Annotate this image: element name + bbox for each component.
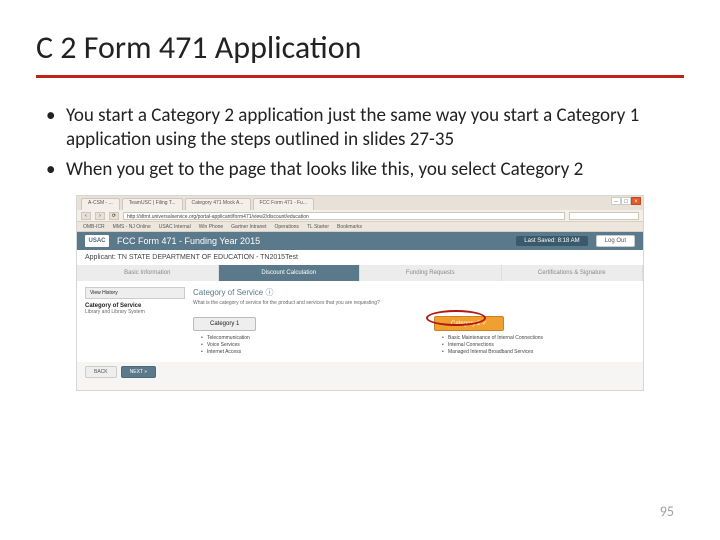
form-title: FCC Form 471 - Funding Year 2015 <box>117 236 508 246</box>
browser-tab[interactable]: FCC Form 471 - Fu... <box>253 198 315 210</box>
url-field[interactable]: http://sltrnt.universalservice.org/porta… <box>123 212 565 220</box>
title-underline <box>36 75 684 78</box>
slide: C 2 Form 471 Application You start a Cat… <box>0 0 720 540</box>
maximize-icon[interactable]: □ <box>621 197 631 205</box>
category-row: Category 1 Telecommunication Voice Servi… <box>193 312 635 356</box>
browser-tab-strip: A-CSM - ... TeamUSC | Filing T... Catego… <box>77 196 643 210</box>
category-2-column: Category 2 ✓ Basic Maintenance of Intern… <box>434 312 635 356</box>
browser-tab[interactable]: A-CSM - ... <box>81 198 120 210</box>
applicant-label: Applicant: TN STATE DEPARTMENT OF EDUCAT… <box>77 250 643 265</box>
page-header: USAC FCC Form 471 - Funding Year 2015 La… <box>77 232 643 250</box>
logout-button[interactable]: Log Out <box>596 235 635 247</box>
category-2-list: Basic Maintenance of Internal Connection… <box>434 335 635 356</box>
sidebar-subheading: Library and Library System <box>85 309 185 315</box>
bookmark-bar: OMB-ICR MMS - NJ Online USAC Internal Wi… <box>77 222 643 232</box>
list-item: Voice Services <box>201 342 394 349</box>
forward-icon[interactable]: › <box>95 212 105 220</box>
panel-subtext: What is the category of service for the … <box>193 300 635 306</box>
wizard-step[interactable]: Funding Requests <box>360 265 502 281</box>
bookmark-item[interactable]: Win Phone <box>199 224 223 230</box>
embedded-screenshot: A-CSM - ... TeamUSC | Filing T... Catego… <box>76 195 644 391</box>
reload-icon[interactable]: ⟳ <box>109 212 119 220</box>
back-icon[interactable]: ‹ <box>81 212 91 220</box>
search-field[interactable] <box>569 212 639 220</box>
list-item: Internet Access <box>201 349 394 356</box>
list-item: Internal Connections <box>442 342 635 349</box>
list-item: Basic Maintenance of Internal Connection… <box>442 335 635 342</box>
minimize-icon[interactable]: – <box>611 197 621 205</box>
list-item: Telecommunication <box>201 335 394 342</box>
browser-tab[interactable]: TeamUSC | Filing T... <box>122 198 183 210</box>
close-icon[interactable]: × <box>631 197 641 205</box>
footer-buttons: BACK NEXT » <box>77 362 643 382</box>
main-panel: Category of Service ⓘ What is the catego… <box>193 287 635 356</box>
view-history-button[interactable]: View History <box>85 287 185 299</box>
window-controls: – □ × <box>611 197 641 205</box>
page-number: 95 <box>660 503 674 520</box>
wizard-step-active[interactable]: Discount Calculation <box>219 265 361 281</box>
sidebar: View History Category of Service Library… <box>85 287 185 356</box>
bookmark-item[interactable]: TL Starter <box>307 224 329 230</box>
bookmark-item[interactable]: OMB-ICR <box>83 224 105 230</box>
bookmark-item[interactable]: Operations <box>274 224 298 230</box>
browser-tab[interactable]: Category 471 Mock A... <box>185 198 251 210</box>
content-area: View History Category of Service Library… <box>77 281 643 362</box>
last-saved-badge: Last Saved: 8:18 AM <box>516 236 587 246</box>
panel-title: Category of Service ⓘ <box>193 287 635 298</box>
bookmark-item[interactable]: Gartner Intranet <box>231 224 266 230</box>
bookmark-item[interactable]: USAC Internal <box>159 224 191 230</box>
address-bar: ‹ › ⟳ http://sltrnt.universalservice.org… <box>77 210 643 222</box>
category-1-column: Category 1 Telecommunication Voice Servi… <box>193 312 394 356</box>
next-button[interactable]: NEXT » <box>121 366 156 378</box>
back-button[interactable]: BACK <box>85 366 117 378</box>
bookmark-item[interactable]: Bookmarks <box>337 224 362 230</box>
bullet-list: You start a Category 2 application just … <box>36 104 684 181</box>
wizard-step[interactable]: Certifications & Signature <box>502 265 644 281</box>
category-1-list: Telecommunication Voice Services Interne… <box>193 335 394 356</box>
list-item: Managed Internal Broadband Services <box>442 349 635 356</box>
wizard-step[interactable]: Basic Information <box>77 265 219 281</box>
bullet-item: When you get to the page that looks like… <box>46 158 684 182</box>
category-1-button[interactable]: Category 1 <box>193 317 256 331</box>
bullet-item: You start a Category 2 application just … <box>46 104 684 152</box>
usac-logo: USAC <box>85 235 109 247</box>
bookmark-item[interactable]: MMS - NJ Online <box>113 224 151 230</box>
wizard-steps: Basic Information Discount Calculation F… <box>77 265 643 281</box>
slide-title: C 2 Form 471 Application <box>36 28 684 73</box>
